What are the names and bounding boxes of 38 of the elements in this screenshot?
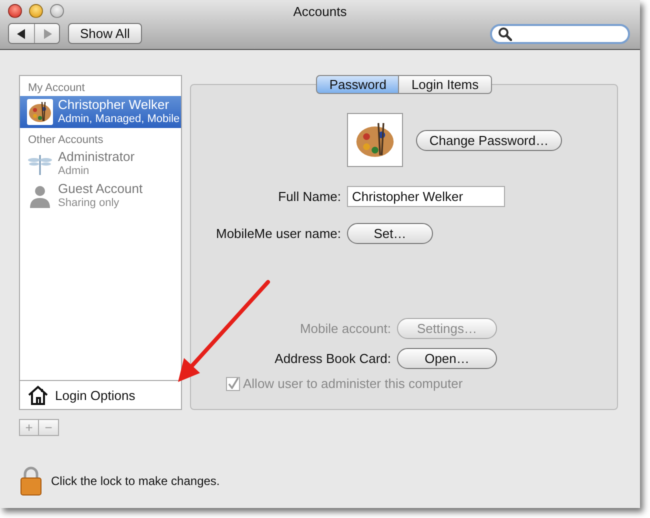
account-detail: Sharing only	[58, 196, 120, 210]
close-button[interactable]	[8, 4, 22, 18]
search-field[interactable]	[490, 24, 630, 44]
account-name: Christopher Welker	[58, 98, 170, 112]
back-button[interactable]	[9, 24, 34, 43]
show-all-button[interactable]: Show All	[68, 23, 142, 44]
field-label: Full Name:	[277, 189, 341, 204]
search-icon	[498, 26, 512, 40]
field-label: Address Book Card:	[274, 351, 391, 366]
minimize-button[interactable]	[29, 4, 43, 18]
right-arrow-icon	[42, 28, 52, 38]
person-icon	[27, 183, 53, 209]
account-item[interactable]: Christopher Welker Admin, Managed, Mobile	[20, 96, 181, 128]
section-heading: My Account	[27, 81, 86, 96]
zoom-button[interactable]	[50, 4, 64, 18]
account-detail: Admin	[58, 164, 90, 178]
field-label: Mobile account:	[298, 321, 391, 336]
tab[interactable]: Login Items	[399, 75, 492, 94]
lock-text: Click the lock to make changes.	[51, 474, 220, 488]
palette-icon	[27, 99, 53, 125]
change-password-button[interactable]: Change Password…	[416, 130, 562, 150]
tab[interactable]: Password	[316, 75, 400, 94]
full-name-field[interactable]: Christopher Welker	[347, 186, 505, 207]
login-options-item[interactable]: Login Options	[20, 380, 181, 409]
account-item[interactable]: Guest Account Sharing only	[20, 180, 181, 212]
open-button[interactable]: Open…	[397, 348, 497, 369]
window-title: Accounts	[293, 3, 347, 19]
left-arrow-icon	[17, 28, 26, 38]
section-heading: Other Accounts	[27, 133, 104, 148]
checkbox-label: Allow user to administer this computer	[243, 376, 463, 391]
lock-icon[interactable]	[20, 466, 42, 496]
account-name: Guest Account	[58, 182, 143, 196]
account-name: Administrator	[58, 150, 135, 164]
field-label: MobileMe user name:	[215, 226, 341, 241]
account-item[interactable]: Administrator Admin	[20, 148, 181, 180]
set-button[interactable]: Set…	[347, 223, 433, 244]
house-icon	[27, 385, 49, 405]
account-detail: Admin, Managed, Mobile	[58, 112, 180, 126]
